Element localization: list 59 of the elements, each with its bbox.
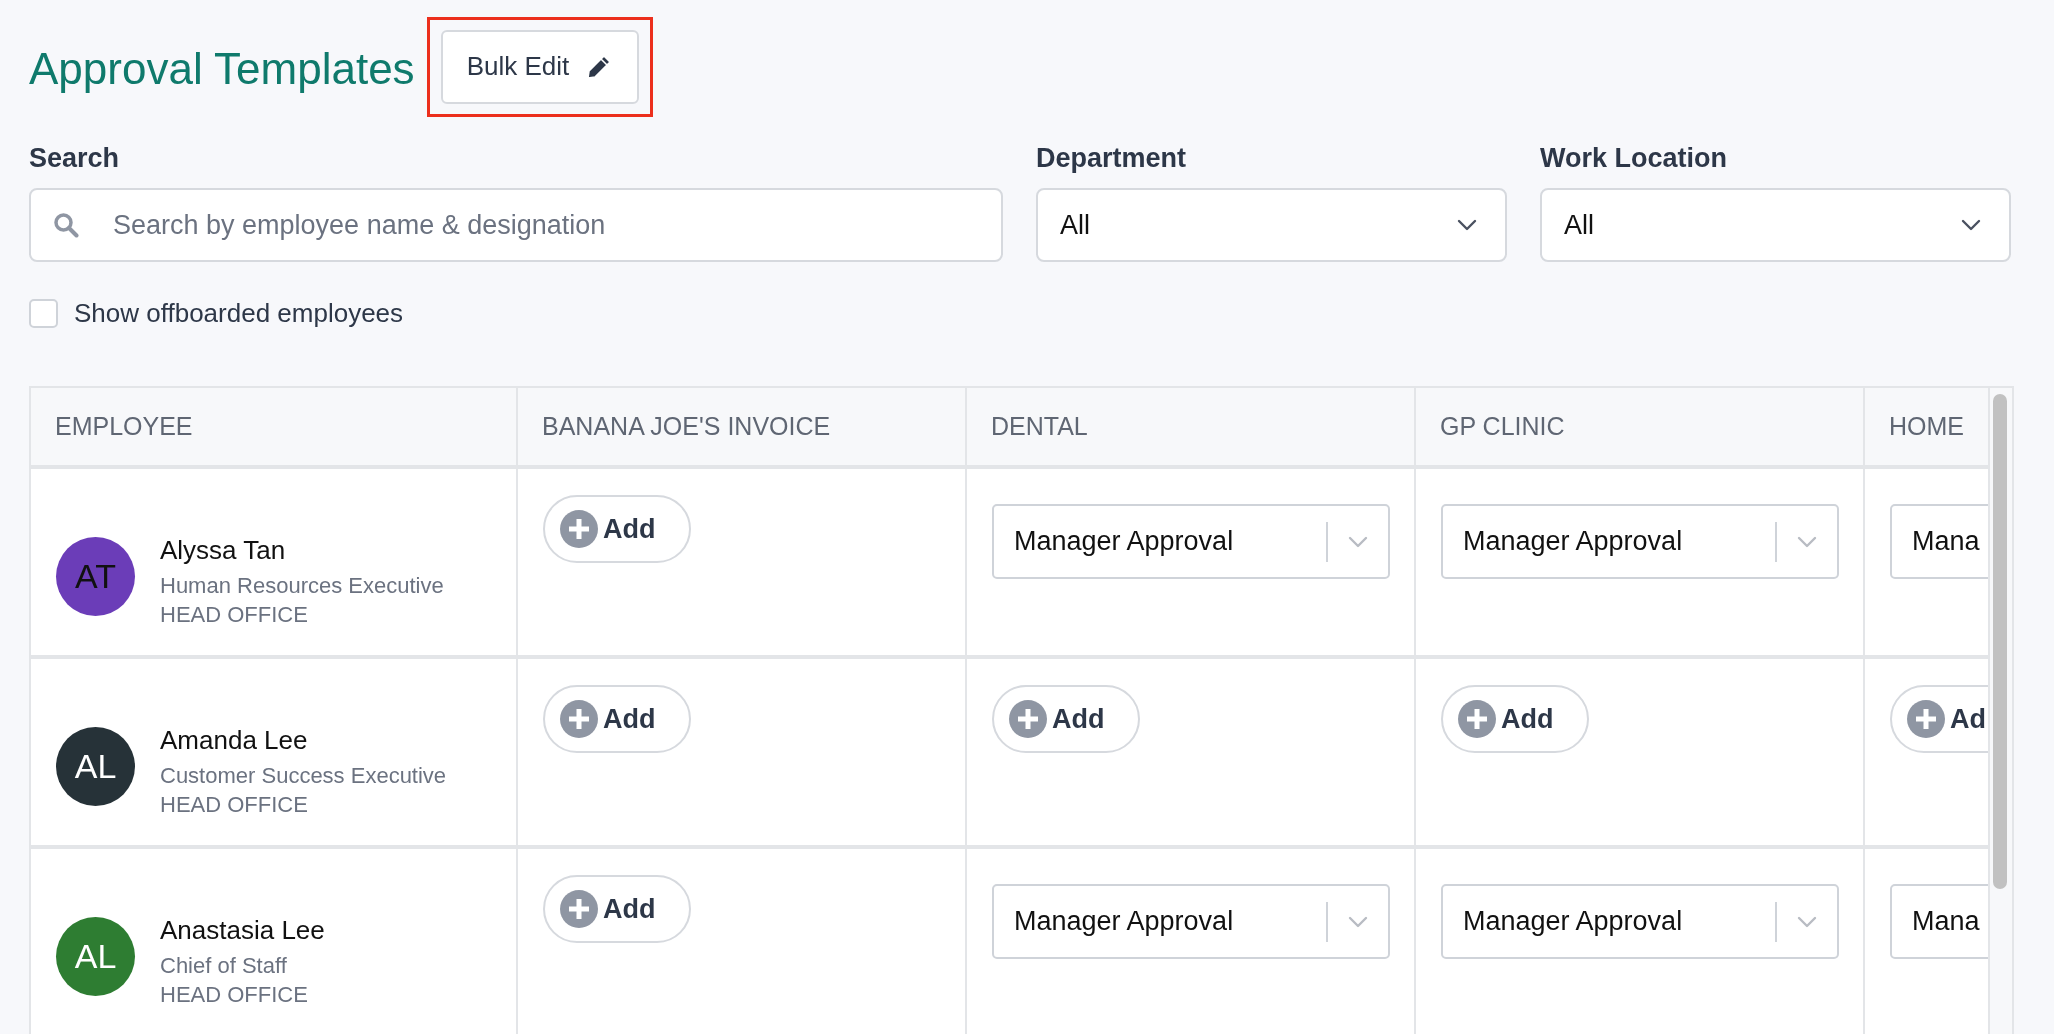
select-value: Manager Approval xyxy=(1463,526,1684,557)
chevron-down-icon xyxy=(1457,219,1477,231)
employee-designation: Human Resources Executive xyxy=(160,573,444,599)
add-button[interactable]: Add xyxy=(543,875,692,943)
add-button[interactable]: Ad xyxy=(1890,685,1988,753)
department-label: Department xyxy=(1036,143,1187,174)
employee-designation: Customer Success Executive xyxy=(160,763,447,789)
employee-name: Anastasia Lee xyxy=(160,915,325,946)
checkbox[interactable] xyxy=(29,298,58,328)
add-button[interactable]: Add xyxy=(992,685,1141,753)
add-button[interactable]: Add xyxy=(1441,685,1590,753)
approval-select[interactable]: Mana xyxy=(1890,504,1988,579)
chevron-down-icon xyxy=(1797,535,1817,548)
plus-circle-icon xyxy=(1907,700,1945,738)
plus-circle-icon xyxy=(560,890,598,928)
approval-select[interactable]: Manager Approval xyxy=(1441,504,1839,579)
search-field[interactable]: Search by employee name & designation xyxy=(29,188,1003,262)
select-value: Mana xyxy=(1912,526,1981,557)
chevron-down-icon xyxy=(1348,535,1368,548)
select-value: Manager Approval xyxy=(1014,526,1235,557)
work-location-label: Work Location xyxy=(1540,143,1727,174)
search-icon xyxy=(53,212,79,238)
approval-select[interactable]: Manager Approval xyxy=(992,884,1390,959)
column-header: GP CLINIC xyxy=(1416,388,1865,469)
page-title: Approval Templates xyxy=(29,42,415,94)
plus-circle-icon xyxy=(560,700,598,738)
bulk-edit-button[interactable]: Bulk Edit xyxy=(440,29,640,104)
add-button[interactable]: Add xyxy=(543,495,692,563)
select-value: Manager Approval xyxy=(1014,906,1235,937)
employee-designation: Chief of Staff xyxy=(160,953,288,979)
column-header: DENTAL xyxy=(967,388,1416,469)
plus-circle-icon xyxy=(1009,700,1047,738)
employee-name: Alyssa Tan xyxy=(160,535,287,566)
employee-location: HEAD OFFICE xyxy=(160,602,309,628)
chevron-down-icon xyxy=(1348,915,1368,928)
column-header: BANANA JOE'S INVOICE xyxy=(518,388,967,469)
employee-name: Amanda Lee xyxy=(160,725,309,756)
column-header: EMPLOYEE xyxy=(31,388,518,469)
add-button[interactable]: Add xyxy=(543,685,692,753)
checkbox-label: Show offboarded employees xyxy=(74,297,404,329)
employee-location: HEAD OFFICE xyxy=(160,792,309,818)
employee-location: HEAD OFFICE xyxy=(160,982,309,1008)
column-header: HOME xyxy=(1865,388,1988,469)
avatar: AL xyxy=(56,727,135,806)
select-value: Mana xyxy=(1912,906,1981,937)
scrollbar-thumb[interactable] xyxy=(1993,394,2007,889)
work-location-dropdown[interactable]: All xyxy=(1540,188,2011,262)
chevron-down-icon xyxy=(1961,219,1981,231)
plus-circle-icon xyxy=(1458,700,1496,738)
avatar: AT xyxy=(56,537,135,616)
approval-select[interactable]: Manager Approval xyxy=(992,504,1390,579)
chevron-down-icon xyxy=(1797,915,1817,928)
plus-circle-icon xyxy=(560,510,598,548)
avatar: AL xyxy=(56,917,135,996)
approval-select[interactable]: Mana xyxy=(1890,884,1988,959)
approval-select[interactable]: Manager Approval xyxy=(1441,884,1839,959)
select-value: Manager Approval xyxy=(1463,906,1684,937)
department-dropdown[interactable]: All xyxy=(1036,188,1507,262)
search-label: Search xyxy=(29,143,120,174)
